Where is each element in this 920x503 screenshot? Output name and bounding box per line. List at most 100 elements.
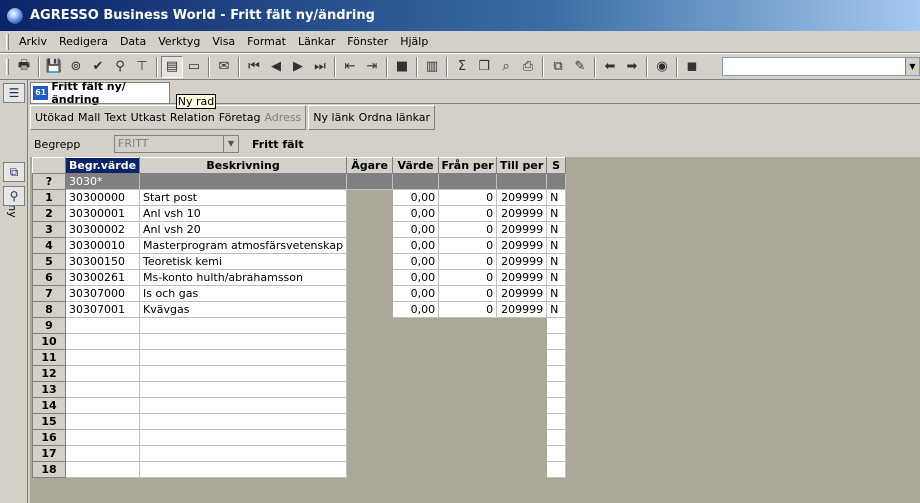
cell-to[interactable] [496, 397, 548, 414]
prev-icon[interactable]: ◀ [265, 56, 287, 78]
first-icon[interactable]: ⏮ [243, 56, 265, 78]
cell-desc[interactable] [138, 173, 348, 190]
cell-desc[interactable] [138, 381, 348, 398]
cell-value[interactable]: 0,00 [392, 269, 440, 286]
next-icon[interactable]: ▶ [287, 56, 309, 78]
cell-from[interactable]: 0 [438, 221, 498, 238]
stop-icon[interactable]: ■ [391, 56, 413, 78]
cell-desc[interactable] [138, 461, 348, 478]
cell-code[interactable]: 30300000 [65, 189, 140, 206]
cell-owner[interactable] [346, 237, 394, 254]
cell-to[interactable] [496, 173, 548, 190]
cell-owner[interactable] [346, 253, 394, 270]
cell-value[interactable] [392, 461, 440, 478]
cell-s[interactable]: N [546, 237, 567, 254]
cell-desc[interactable] [138, 333, 348, 350]
new-row[interactable]: ? 3030* [32, 173, 567, 190]
cell-value[interactable] [392, 365, 440, 382]
agresso-app-icon[interactable] [6, 6, 24, 25]
text-button[interactable]: Text [102, 111, 128, 124]
cell-value[interactable]: 0,00 [392, 189, 440, 206]
utkast-button[interactable]: Utkast [129, 111, 168, 124]
comment-icon[interactable]: ✉ [213, 56, 235, 78]
table-row[interactable]: 7 30307000 Is och gas 0,00 0 209999 N [32, 285, 567, 302]
print-icon[interactable]: 🖶 [13, 56, 35, 78]
row-header[interactable]: 8 [32, 301, 66, 318]
window-icon[interactable]: ⧉ [547, 56, 569, 78]
cell-to[interactable] [496, 429, 548, 446]
table-row[interactable]: 15 [32, 413, 567, 430]
cell-s[interactable]: N [546, 301, 567, 318]
row-header[interactable]: 2 [32, 205, 66, 222]
table-row[interactable]: 3 30300002 Anl vsh 20 0,00 0 209999 N [32, 221, 567, 238]
cell-to[interactable]: 209999 [496, 269, 548, 286]
cell-to[interactable] [496, 381, 548, 398]
table-row[interactable]: 8 30307001 Kvävgas 0,00 0 209999 N [32, 301, 567, 318]
cell-value[interactable] [392, 317, 440, 334]
windows-icon[interactable]: ⧉ [3, 162, 25, 182]
cell-code[interactable]: 30307001 [65, 301, 140, 318]
cell-code[interactable] [65, 461, 140, 478]
menu-format[interactable]: Format [241, 33, 292, 51]
cell-code[interactable]: 30300261 [65, 269, 140, 286]
row-header[interactable]: 16 [32, 429, 66, 446]
chevron-down-icon[interactable]: ▼ [905, 58, 919, 75]
last-icon[interactable]: ⏭ [309, 56, 331, 78]
cell-code[interactable] [65, 445, 140, 462]
cell-desc[interactable] [138, 413, 348, 430]
record-icon[interactable]: ◉ [651, 56, 673, 78]
cell-desc[interactable]: Masterprogram atmosfärsvetenskap [138, 237, 348, 254]
table-row[interactable]: 11 [32, 349, 567, 366]
cell-desc[interactable]: Ms-konto hulth/abrahamsson [138, 269, 348, 286]
chevron-down-icon[interactable]: ▼ [223, 136, 238, 152]
search-icon[interactable]: ⚲ [3, 186, 25, 206]
column-header-s[interactable]: S [546, 157, 567, 174]
row-header[interactable]: 14 [32, 397, 66, 414]
cell-s[interactable]: N [546, 189, 567, 206]
cell-code[interactable] [65, 381, 140, 398]
cell-desc[interactable]: Anl vsh 10 [138, 205, 348, 222]
column-header-begr-varde[interactable]: Begr.värde [65, 157, 140, 174]
cell-to[interactable] [496, 317, 548, 334]
cell-from[interactable]: 0 [438, 269, 498, 286]
cell-value[interactable] [392, 445, 440, 462]
cell-from[interactable] [438, 349, 498, 366]
column-header-beskrivning[interactable]: Beskrivning [138, 157, 348, 174]
cell-s[interactable] [546, 317, 567, 334]
cell-from[interactable] [438, 413, 498, 430]
cell-s[interactable] [546, 461, 567, 478]
paste-rows-icon[interactable]: ⇥ [361, 56, 383, 78]
table-row[interactable]: 6 30300261 Ms-konto hulth/abrahamsson 0,00 0… [32, 269, 567, 286]
table-row[interactable]: 16 [32, 429, 567, 446]
cell-desc[interactable] [138, 317, 348, 334]
table-row[interactable]: 5 30300150 Teoretisk kemi 0,00 0 209999 N [32, 253, 567, 270]
menu-list-icon[interactable]: ☰ [3, 83, 25, 103]
cell-s[interactable] [546, 397, 567, 414]
cell-to[interactable] [496, 461, 548, 478]
cell-from[interactable]: 0 [438, 285, 498, 302]
new-row-icon[interactable]: ▤ [161, 55, 183, 78]
cell-s[interactable]: N [546, 253, 567, 270]
cell-from[interactable] [438, 173, 498, 190]
cell-from[interactable]: 0 [438, 205, 498, 222]
toolbar-combo-input[interactable]: ▼ [722, 57, 920, 76]
column-header-agare[interactable]: Ägare [346, 157, 394, 174]
cell-from[interactable] [438, 381, 498, 398]
copy-rows-icon[interactable]: ⇤ [339, 56, 361, 78]
row-header[interactable]: 6 [32, 269, 66, 286]
duplicate-icon[interactable]: ❐ [473, 56, 495, 78]
cell-to[interactable]: 209999 [496, 237, 548, 254]
cell-code[interactable] [65, 429, 140, 446]
cell-value[interactable]: 0,00 [392, 205, 440, 222]
cell-to[interactable] [496, 365, 548, 382]
cell-code[interactable] [65, 365, 140, 382]
save-icon[interactable]: 💾 [43, 56, 65, 78]
row-header[interactable]: 3 [32, 221, 66, 238]
menu-redigera[interactable]: Redigera [53, 33, 114, 51]
cell-owner[interactable] [346, 349, 394, 366]
cell-to[interactable]: 209999 [496, 285, 548, 302]
cell-s[interactable] [546, 429, 567, 446]
cell-s[interactable] [546, 349, 567, 366]
begrepp-select[interactable]: FRITT ▼ [114, 135, 239, 153]
blank-icon[interactable]: ▭ [183, 56, 205, 78]
